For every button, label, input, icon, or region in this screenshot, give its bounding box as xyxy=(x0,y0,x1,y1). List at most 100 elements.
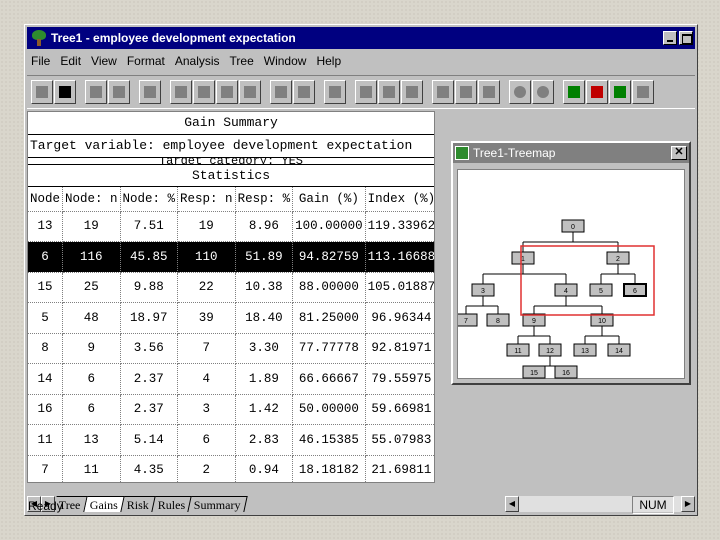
title-bar[interactable]: Tree1 - employee development expectation xyxy=(27,27,695,49)
table-row[interactable]: 8 9 3.56 7 3.30 77.77778 92.81971 xyxy=(28,333,434,364)
svg-text:9: 9 xyxy=(532,318,536,325)
svg-text:3: 3 xyxy=(481,288,485,295)
tab-rules[interactable]: Rules xyxy=(151,496,192,512)
column-header[interactable]: Resp: % xyxy=(235,187,294,212)
table-row-selected[interactable]: 6 116 45.85 110 51.89 94.82759 113.16688 xyxy=(28,241,434,273)
table-view-tool-icon[interactable] xyxy=(355,80,377,104)
orientation-left-tool-icon[interactable] xyxy=(455,80,477,104)
table-cell: 45.85 xyxy=(120,241,179,273)
orientation-top-tool-icon[interactable] xyxy=(432,80,454,104)
table-row[interactable]: 14 6 2.37 4 1.89 66.66667 79.55975 xyxy=(28,363,434,395)
table-cell: 6 xyxy=(177,424,236,456)
minimize-button[interactable] xyxy=(663,31,677,45)
print-tool-icon[interactable] xyxy=(85,80,107,104)
table-cell: 59.66981 xyxy=(365,394,434,425)
table-cell: 55.07983 xyxy=(365,424,434,456)
column-header[interactable]: Resp: n xyxy=(177,187,236,212)
table-cell: 50.00000 xyxy=(292,394,366,425)
menu-window[interactable]: Window xyxy=(260,54,313,68)
tab-summary[interactable]: Summary xyxy=(188,496,248,512)
table-row[interactable]: 11 13 5.14 6 2.83 46.15385 55.07983 xyxy=(28,424,434,456)
table-row[interactable]: 16 6 2.37 3 1.42 50.00000 59.66981 xyxy=(28,394,434,425)
treemap-canvas[interactable]: 012 345 678 9 10 11 12 13 14 15 16 xyxy=(454,169,685,379)
bar-chart-icon[interactable] xyxy=(586,80,608,104)
treemap-icon xyxy=(455,146,469,160)
grid-view-icon[interactable] xyxy=(609,80,631,104)
grow-layer-tool-icon[interactable] xyxy=(216,80,238,104)
table-cell: 113.16688 xyxy=(365,241,434,273)
tab-label: Summary xyxy=(193,498,241,512)
column-header[interactable]: Index (%) xyxy=(365,187,434,212)
svg-text:8: 8 xyxy=(496,318,500,325)
copy-tool-icon[interactable] xyxy=(139,80,161,104)
window-title: Tree1 - employee development expectation xyxy=(51,31,296,45)
open-tool-icon[interactable] xyxy=(31,80,53,104)
svg-text:14: 14 xyxy=(615,348,623,355)
orientation-right-tool-icon[interactable] xyxy=(478,80,500,104)
menu-edit[interactable]: Edit xyxy=(56,54,87,68)
table-cell: 51.89 xyxy=(235,241,294,273)
menu-format[interactable]: Format xyxy=(123,54,171,68)
report-icon[interactable] xyxy=(632,80,654,104)
column-header[interactable]: Node xyxy=(28,187,64,212)
scroll-left-icon[interactable]: ◀ xyxy=(505,496,519,512)
menu-view[interactable]: View xyxy=(87,54,123,68)
column-header[interactable]: Node: n xyxy=(62,187,121,212)
table-row[interactable]: 5 48 18.97 39 18.40 81.25000 96.96344 xyxy=(28,302,434,334)
prune-tool-icon[interactable] xyxy=(239,80,261,104)
tree-view-icon[interactable] xyxy=(563,80,585,104)
tab-label: Risk xyxy=(126,498,149,512)
svg-text:5: 5 xyxy=(599,288,603,295)
treemap-title: Tree1-Treemap xyxy=(473,146,556,160)
node-info-tool-icon[interactable] xyxy=(293,80,315,104)
svg-text:16: 16 xyxy=(562,370,570,377)
table-cell: 18.40 xyxy=(235,302,294,334)
maximize-button[interactable] xyxy=(679,31,693,45)
table-cell: 13 xyxy=(28,211,64,242)
table-cell: 3.30 xyxy=(235,333,294,364)
tab-risk[interactable]: Risk xyxy=(120,496,156,512)
layout-tool-icon[interactable] xyxy=(401,80,423,104)
menu-tree[interactable]: Tree xyxy=(226,54,260,68)
save-tool-icon[interactable] xyxy=(54,80,76,104)
table-cell: 6 xyxy=(62,363,121,395)
print-preview-tool-icon[interactable] xyxy=(108,80,130,104)
column-header[interactable]: Gain (%) xyxy=(292,187,366,212)
treemap-window[interactable]: Tree1-Treemap ✕ 0 1 2 3 4 5 6 7 8 9 10 1… xyxy=(451,141,691,385)
table-row[interactable]: 13 19 7.51 19 8.96 100.00000 119.33962 xyxy=(28,211,434,242)
treemap-viewport-frame[interactable] xyxy=(520,245,655,316)
grow-tree-tool-icon[interactable] xyxy=(170,80,192,104)
table-row[interactable]: 7 11 4.35 2 0.94 18.18182 21.69811 xyxy=(28,455,434,482)
menu-file[interactable]: File xyxy=(27,54,56,68)
table-cell: 94.82759 xyxy=(292,241,366,273)
scroll-right-icon[interactable]: ▶ xyxy=(681,496,695,512)
svg-text:15: 15 xyxy=(530,370,538,377)
node-summary-tool-icon[interactable] xyxy=(270,80,292,104)
svg-text:12: 12 xyxy=(546,348,554,355)
column-header[interactable]: Node: % xyxy=(120,187,179,212)
grow-branch-tool-icon[interactable] xyxy=(193,80,215,104)
table-cell: 81.25000 xyxy=(292,302,366,334)
menu-analysis[interactable]: Analysis xyxy=(171,54,226,68)
treemap-title-bar[interactable]: Tree1-Treemap ✕ xyxy=(453,143,689,163)
table-row[interactable]: 15 25 9.88 22 10.38 88.00000 105.01887 xyxy=(28,272,434,303)
tab-gains[interactable]: Gains xyxy=(83,496,125,512)
gain-summary-panel: Gain Summary Target variable: employee d… xyxy=(27,111,435,483)
svg-text:0: 0 xyxy=(571,224,575,231)
main-window: Tree1 - employee development expectation… xyxy=(24,24,698,516)
tab-bar: ◀ ▶ Tree Gains Risk Rules Summary ◀ ▶ xyxy=(27,495,695,513)
zoom-in-icon[interactable] xyxy=(509,80,531,104)
tree-map-tool-icon[interactable] xyxy=(324,80,346,104)
table-cell: 3.56 xyxy=(120,333,179,364)
table-cell: 2.37 xyxy=(120,363,179,395)
table-cell: 7 xyxy=(28,455,64,482)
menu-help[interactable]: Help xyxy=(312,54,347,68)
table-cell: 18.18182 xyxy=(292,455,366,482)
zoom-out-icon[interactable] xyxy=(532,80,554,104)
table-cell: 77.77778 xyxy=(292,333,366,364)
split-view-tool-icon[interactable] xyxy=(378,80,400,104)
close-icon[interactable]: ✕ xyxy=(671,146,687,160)
table-cell: 5 xyxy=(28,302,64,334)
table-header-row: Node Node: n Node: % Resp: n Resp: % Gai… xyxy=(28,187,434,212)
tree-app-icon[interactable] xyxy=(31,30,47,46)
